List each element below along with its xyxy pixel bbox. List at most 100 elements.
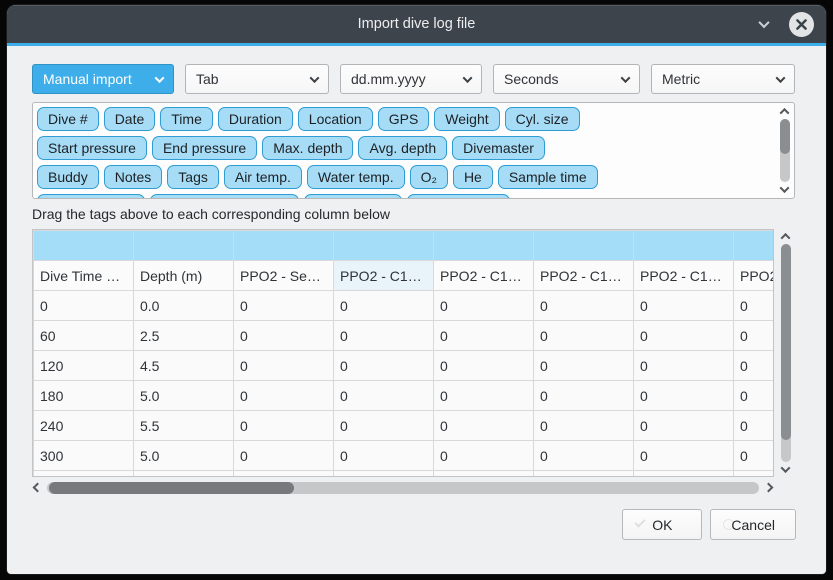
csv-preview-table: Dive Time …Depth (m)PPO2 - Se…PPO2 - C1……: [33, 230, 774, 477]
column-drop-target[interactable]: [134, 231, 234, 261]
table-cell: 0: [434, 441, 534, 471]
tag-location[interactable]: Location: [298, 107, 373, 131]
table-cell: 0: [734, 291, 775, 321]
tag-date[interactable]: Date: [104, 107, 156, 131]
table-cell: 0: [434, 291, 534, 321]
field-separator-select[interactable]: Tab: [185, 64, 329, 94]
tag-gps[interactable]: GPS: [378, 107, 430, 131]
tag-duration[interactable]: Duration: [218, 107, 293, 131]
table-cell: 0.0: [134, 291, 234, 321]
scrollbar-thumb[interactable]: [781, 244, 791, 440]
chevron-down-icon: [776, 73, 786, 83]
column-header[interactable]: PPO2 - C1…: [734, 261, 775, 291]
tag-water-temp[interactable]: Water temp.: [307, 165, 405, 189]
tag-row: Start pressureEnd pressureMax. depthAvg.…: [37, 136, 772, 165]
column-drop-target[interactable]: [234, 231, 334, 261]
units-select[interactable]: Metric: [651, 64, 795, 94]
scrollbar-track[interactable]: [781, 244, 791, 462]
tag-dive[interactable]: Dive #: [37, 107, 99, 131]
shade-window-button[interactable]: [753, 13, 775, 35]
window-title: Import dive log file: [7, 16, 826, 32]
time-format-select[interactable]: Seconds: [493, 64, 640, 94]
scrollbar-thumb[interactable]: [49, 482, 294, 494]
check-icon: [635, 516, 646, 527]
table-cell: 5.5: [134, 411, 234, 441]
tag-o[interactable]: O₂: [410, 165, 448, 189]
table-cell: 0: [534, 291, 634, 321]
table-cell: 0: [534, 351, 634, 381]
tag-weight[interactable]: Weight: [434, 107, 499, 131]
tag-sample-time[interactable]: Sample time: [498, 165, 598, 189]
scrollbar-track[interactable]: [780, 119, 790, 182]
scrollbar-thumb[interactable]: [780, 119, 790, 154]
scrollbar-track[interactable]: [47, 482, 759, 494]
tag-avg-depth[interactable]: Avg. depth: [358, 136, 447, 160]
scroll-right-icon: [764, 483, 774, 493]
table-cell: 120: [34, 351, 134, 381]
column-header[interactable]: PPO2 - C1…: [534, 261, 634, 291]
tag-pool: Dive #DateTimeDurationLocationGPSWeightC…: [32, 102, 795, 199]
table-cell: 0: [434, 321, 534, 351]
column-header[interactable]: PPO2 - C1…: [434, 261, 534, 291]
column-drop-target[interactable]: [634, 231, 734, 261]
tag-air-temp[interactable]: Air temp.: [224, 165, 302, 189]
table-row: [34, 471, 775, 478]
chevron-down-icon: [155, 73, 165, 83]
tag-he[interactable]: He: [453, 165, 493, 189]
table-cell: 0: [334, 411, 434, 441]
scroll-left-icon: [33, 483, 43, 493]
cancel-button[interactable]: Cancel: [710, 509, 796, 540]
table-cell: 0: [734, 321, 775, 351]
titlebar[interactable]: Import dive log file: [7, 5, 826, 43]
tag-sample-temperature[interactable]: Sample temperature: [150, 194, 299, 199]
table-cell: 5.0: [134, 381, 234, 411]
table-vertical-scrollbar[interactable]: [778, 229, 793, 477]
table-cell: 0: [234, 381, 334, 411]
table-cell: 0: [234, 291, 334, 321]
column-header[interactable]: PPO2 - C1…: [334, 261, 434, 291]
ok-button[interactable]: OK: [622, 509, 702, 540]
column-header[interactable]: Depth (m): [134, 261, 234, 291]
table-cell: 0: [634, 321, 734, 351]
column-header[interactable]: PPO2 - C1…: [634, 261, 734, 291]
close-window-button[interactable]: [789, 12, 814, 37]
import-mode-select[interactable]: Manual import: [32, 64, 174, 94]
tag-notes[interactable]: Notes: [104, 165, 163, 189]
tag-buddy[interactable]: Buddy: [37, 165, 99, 189]
tag-max-depth[interactable]: Max. depth: [262, 136, 353, 160]
chevron-down-icon: [621, 73, 631, 83]
tag-cyl-size[interactable]: Cyl. size: [505, 107, 580, 131]
chevron-down-icon: [310, 73, 320, 83]
table-cell: 0: [534, 381, 634, 411]
column-header[interactable]: Dive Time …: [34, 261, 134, 291]
column-drop-target[interactable]: [434, 231, 534, 261]
table-cell: 0: [34, 291, 134, 321]
tag-tags[interactable]: Tags: [167, 165, 219, 189]
column-drop-target[interactable]: [734, 231, 775, 261]
column-drop-target[interactable]: [34, 231, 134, 261]
column-header[interactable]: PPO2 - Se…: [234, 261, 334, 291]
tag-divemaster[interactable]: Divemaster: [452, 136, 545, 160]
table-cell: [534, 471, 634, 478]
scroll-up-icon: [781, 233, 791, 243]
tag-sample-depth[interactable]: Sample depth: [37, 194, 145, 199]
table-cell: 0: [334, 291, 434, 321]
table-cell: 0: [434, 411, 534, 441]
table-horizontal-scrollbar[interactable]: [32, 480, 774, 495]
table-cell: 0: [734, 381, 775, 411]
tag-start-pressure[interactable]: Start pressure: [37, 136, 147, 160]
date-format-select[interactable]: dd.mm.yyyy: [340, 64, 482, 94]
table-cell: 0: [234, 321, 334, 351]
column-drop-target[interactable]: [534, 231, 634, 261]
tag-end-pressure[interactable]: End pressure: [152, 136, 257, 160]
tag-sample-po[interactable]: Sample pO₂: [304, 194, 401, 199]
chevron-down-icon: [758, 17, 769, 28]
table-cell: [734, 471, 775, 478]
tag-sample-cns[interactable]: Sample CNS: [407, 194, 510, 199]
column-drop-target[interactable]: [334, 231, 434, 261]
table-cell: [234, 471, 334, 478]
table-cell: 0: [434, 381, 534, 411]
tag-time[interactable]: Time: [160, 107, 213, 131]
tag-pool-scrollbar[interactable]: [777, 105, 792, 196]
import-dialog-window: Import dive log file Manual import Tab d…: [7, 5, 826, 574]
